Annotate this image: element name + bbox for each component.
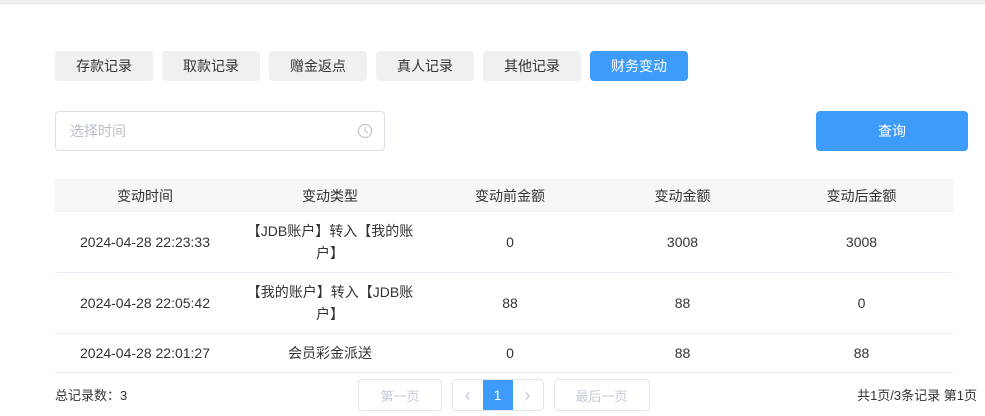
tab-deposit-records[interactable]: 存款记录 [55, 51, 153, 81]
cell-change-amount: 3008 [595, 212, 770, 273]
table-row: 2024-04-28 22:23:33 【JDB账户】转入【我的账户】 0 30… [55, 212, 953, 273]
header-change-time: 变动时间 [55, 179, 235, 212]
cell-change-type: 【我的账户】转入【JDB账户】 [235, 273, 425, 334]
cell-change-time: 2024-04-28 22:23:33 [55, 212, 235, 273]
record-type-tab-bar: 存款记录 取款记录 赠金返点 真人记录 其他记录 财务变动 [55, 51, 985, 81]
cell-amount-after: 3008 [770, 212, 953, 273]
pager-group: ‹ 1 › [452, 379, 544, 411]
prev-page-icon[interactable]: ‹ [453, 380, 483, 410]
top-divider [0, 0, 985, 4]
header-change-amount: 变动金额 [595, 179, 770, 212]
date-range-input[interactable] [55, 111, 385, 151]
cell-amount-before: 0 [425, 212, 595, 273]
filter-row: 查询 [55, 111, 985, 151]
cell-amount-before: 0 [425, 334, 595, 373]
last-page-button[interactable]: 最后一页 [554, 379, 650, 411]
header-change-type: 变动类型 [235, 179, 425, 212]
date-picker [55, 111, 385, 151]
cell-change-type: 会员彩金派送 [235, 334, 425, 373]
tab-financial-changes[interactable]: 财务变动 [590, 51, 688, 81]
financial-changes-table: 变动时间 变动类型 变动前金额 变动金额 变动后金额 2024-04-28 22… [55, 179, 953, 373]
query-button[interactable]: 查询 [816, 111, 968, 151]
cell-change-type: 【JDB账户】转入【我的账户】 [235, 212, 425, 273]
cell-change-amount: 88 [595, 273, 770, 334]
total-records-label: 总记录数：3 [55, 385, 127, 404]
next-page-icon[interactable]: › [513, 380, 543, 410]
cell-amount-before: 88 [425, 273, 595, 334]
cell-amount-after: 0 [770, 273, 953, 334]
cell-change-time: 2024-04-28 22:05:42 [55, 273, 235, 334]
table-row: 2024-04-28 22:01:27 会员彩金派送 0 88 88 [55, 334, 953, 373]
cell-change-time: 2024-04-28 22:01:27 [55, 334, 235, 373]
tab-other-records[interactable]: 其他记录 [483, 51, 581, 81]
tab-live-records[interactable]: 真人记录 [376, 51, 474, 81]
page-summary-label: 共1页/3条记录 第1页 [857, 385, 977, 404]
table-row: 2024-04-28 22:05:42 【我的账户】转入【JDB账户】 88 8… [55, 273, 953, 334]
tab-bonus-rebate[interactable]: 赠金返点 [269, 51, 367, 81]
financial-records-page: 存款记录 取款记录 赠金返点 真人记录 其他记录 财务变动 查询 变动时间 变动… [0, 0, 985, 416]
first-page-button[interactable]: 第一页 [358, 379, 441, 411]
table-header-row: 变动时间 变动类型 变动前金额 变动金额 变动后金额 [55, 179, 953, 212]
current-page-number[interactable]: 1 [483, 380, 513, 410]
cell-change-amount: 88 [595, 334, 770, 373]
header-amount-before: 变动前金额 [425, 179, 595, 212]
pagination: 第一页 ‹ 1 › 最后一页 [55, 379, 953, 411]
header-amount-after: 变动后金额 [770, 179, 953, 212]
cell-amount-after: 88 [770, 334, 953, 373]
tab-withdrawal-records[interactable]: 取款记录 [162, 51, 260, 81]
